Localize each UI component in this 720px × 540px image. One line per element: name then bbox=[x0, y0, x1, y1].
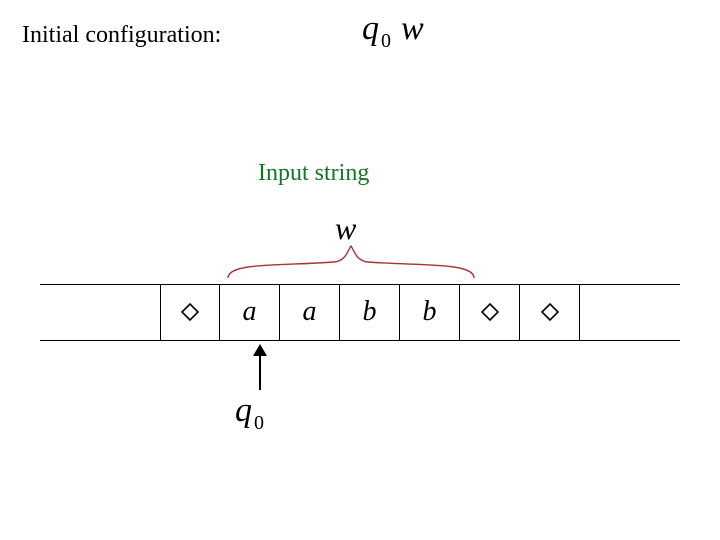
diagram-canvas: Initial configuration: q0w Input string … bbox=[0, 0, 720, 540]
tape-cell bbox=[460, 284, 520, 340]
curly-brace-icon bbox=[224, 244, 478, 280]
head-state-symbol: q bbox=[235, 392, 252, 429]
tape-cell bbox=[160, 284, 220, 340]
config-input-symbol: w bbox=[401, 10, 424, 47]
head-state-subscript: 0 bbox=[254, 412, 264, 434]
configuration-expression: q0w bbox=[362, 10, 424, 53]
brace-label-w: w bbox=[335, 210, 356, 247]
input-string-label: Input string bbox=[258, 160, 369, 187]
title-text: Initial configuration: bbox=[22, 22, 221, 49]
config-state-symbol: q bbox=[362, 10, 379, 47]
tape-cell: a bbox=[220, 284, 280, 340]
tape-cell: a bbox=[280, 284, 340, 340]
config-state-subscript: 0 bbox=[381, 30, 391, 52]
tape-cell: b bbox=[340, 284, 400, 340]
tape-cells: aabb bbox=[160, 284, 580, 340]
tape-bottom-border bbox=[40, 340, 680, 341]
head-state-label: q0 bbox=[235, 392, 264, 435]
tape-cell bbox=[520, 284, 580, 340]
tape-cell: b bbox=[400, 284, 460, 340]
head-arrow-icon bbox=[250, 344, 270, 390]
